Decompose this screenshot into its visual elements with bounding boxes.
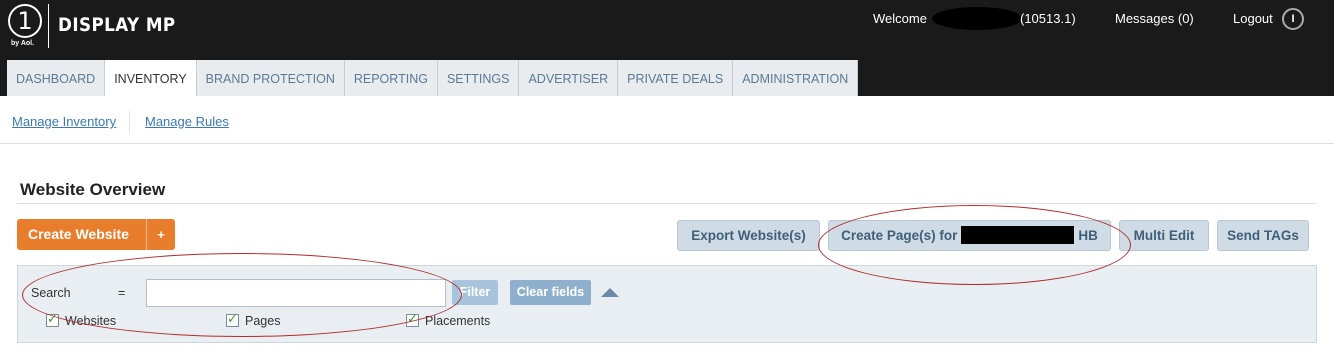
placements-checkbox-label: Placements — [425, 314, 491, 328]
tab-advertiser[interactable]: ADVERTISER — [519, 60, 619, 96]
tab-settings[interactable]: SETTINGS — [437, 60, 520, 96]
tab-reporting[interactable]: REPORTING — [344, 60, 438, 96]
clear-fields-button[interactable]: Clear fields — [510, 280, 591, 305]
create-pages-button[interactable]: Create Page(s) for HB — [828, 220, 1111, 251]
page-title: Website Overview — [20, 180, 166, 199]
create-pages-label: Create Page(s) for — [841, 228, 958, 243]
create-website-dropdown-button[interactable]: + — [147, 219, 175, 250]
tab-private-deals[interactable]: PRIVATE DEALS — [618, 60, 734, 96]
tab-inventory[interactable]: INVENTORY — [105, 60, 197, 98]
send-tags-button[interactable]: Send TAGs — [1217, 220, 1309, 251]
title-divider — [17, 203, 1317, 204]
search-operator: = — [118, 286, 126, 300]
subnav-divider — [129, 111, 130, 133]
tab-administration[interactable]: ADMINISTRATION — [733, 60, 859, 96]
manage-rules-link[interactable]: Manage Rules — [145, 114, 229, 129]
checkmark-icon: ✓ — [227, 311, 238, 326]
checkmark-icon: ✓ — [407, 311, 418, 326]
top-header: 1 by Aol. DISPLAY MP Welcome (10513.1) M… — [0, 0, 1334, 58]
manage-inventory-link[interactable]: Manage Inventory — [12, 114, 116, 129]
tab-brand-protection[interactable]: BRAND PROTECTION — [196, 60, 345, 96]
placements-checkbox[interactable]: ✓ — [406, 311, 419, 327]
logout-link[interactable]: Logout — [1233, 11, 1273, 26]
account-id: (10513.1) — [1020, 11, 1076, 26]
tab-dashboard[interactable]: DASHBOARD — [7, 60, 106, 96]
pages-checkbox[interactable]: ✓ — [226, 311, 239, 327]
sub-navigation: Manage Inventory Manage Rules — [0, 96, 1334, 144]
filter-button[interactable]: Filter — [452, 280, 498, 305]
power-icon[interactable]: I — [1282, 8, 1304, 30]
logo-divider — [48, 4, 49, 48]
websites-checkbox[interactable]: ✓ — [46, 311, 59, 327]
brand-logo-icon: 1 — [8, 4, 42, 38]
welcome-label: Welcome — [873, 11, 927, 26]
search-label: Search — [31, 286, 71, 300]
redacted-username — [932, 7, 1022, 30]
search-input[interactable] — [146, 279, 446, 307]
brand-logo-subtext: by Aol. — [11, 40, 35, 47]
app-name: DISPLAY MP — [58, 14, 176, 36]
create-pages-suffix: HB — [1078, 228, 1098, 243]
collapse-arrow-icon[interactable] — [601, 288, 619, 297]
messages-link[interactable]: Messages (0) — [1115, 11, 1194, 26]
create-website-button[interactable]: Create Website — [17, 219, 146, 250]
redacted-site-name — [961, 225, 1075, 244]
multi-edit-button[interactable]: Multi Edit — [1119, 220, 1209, 251]
main-nav: DASHBOARD INVENTORY BRAND PROTECTION REP… — [0, 58, 1334, 98]
pages-checkbox-label: Pages — [245, 314, 281, 328]
websites-checkbox-label: Websites — [65, 314, 117, 328]
tab-list: DASHBOARD INVENTORY BRAND PROTECTION REP… — [7, 60, 859, 98]
checkmark-icon: ✓ — [47, 311, 58, 326]
export-websites-button[interactable]: Export Website(s) — [677, 220, 820, 251]
create-website-split-button: Create Website + — [17, 219, 175, 250]
